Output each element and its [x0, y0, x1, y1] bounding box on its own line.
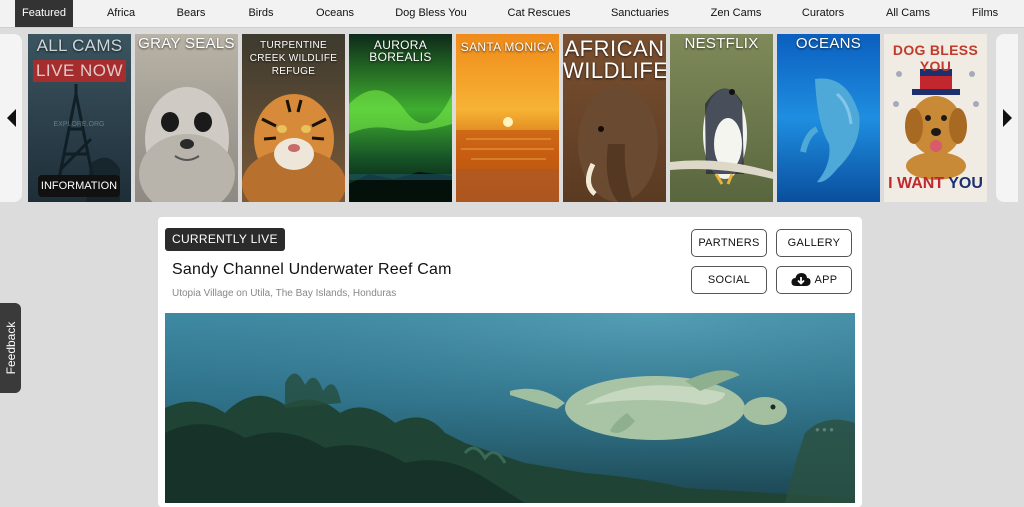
falcon-illustration: [670, 88, 773, 185]
partners-button[interactable]: PARTNERS: [691, 229, 767, 257]
nav-item-dog-bless-you[interactable]: Dog Bless You: [395, 0, 467, 27]
cam-title: Sandy Channel Underwater Reef Cam: [172, 261, 452, 278]
tile-turpentine-creek[interactable]: TURPENTINE CREEK WILDLIFE REFUGE: [242, 34, 345, 202]
gallery-button[interactable]: GALLERY: [776, 229, 852, 257]
live-cam-panel: CURRENTLY LIVE Sandy Channel Underwater …: [158, 217, 862, 507]
nav-item-all-cams[interactable]: All Cams: [886, 0, 930, 27]
currently-live-badge: CURRENTLY LIVE: [165, 228, 285, 251]
chevron-right-icon: [1002, 109, 1012, 127]
tile-gray-seals[interactable]: GRAY SEALS: [135, 34, 238, 202]
tile-label: NESTFLIX: [684, 35, 759, 52]
tile-label: OCEANS: [795, 35, 862, 52]
top-nav: Featured Africa Bears Birds Oceans Dog B…: [0, 0, 1024, 28]
nav-item-sanctuaries[interactable]: Sanctuaries: [611, 0, 669, 27]
seal-illustration: [139, 87, 235, 202]
carousel-next-button[interactable]: [996, 34, 1018, 202]
tile-label: AFRICAN WILDLIFE: [563, 36, 666, 83]
reef-turtle-scene: [165, 313, 855, 503]
tile-label: DOG BLESS YOU: [892, 42, 979, 74]
tile-dog-bless-you[interactable]: DOG BLESS YOU I WANT YOU: [884, 34, 987, 202]
app-label: APP: [814, 274, 838, 286]
feedback-tab[interactable]: Feedback: [0, 303, 21, 393]
carousel-prev-button[interactable]: [0, 34, 22, 202]
cloud-download-icon: [790, 273, 811, 286]
tile-label: GRAY SEALS: [138, 35, 235, 52]
live-now-badge: LIVE NOW: [33, 60, 126, 82]
gallery-label: GALLERY: [787, 237, 841, 249]
tile-label: ALL CAMS: [36, 36, 123, 55]
social-button[interactable]: SOCIAL: [691, 266, 767, 294]
nav-item-zen-cams[interactable]: Zen Cams: [711, 0, 762, 27]
tile-santa-monica[interactable]: SANTA MONICA: [456, 34, 559, 202]
video-overlay-watermark: ● ● ●: [815, 425, 834, 434]
tile-watermark: EXPLORE.ORG: [54, 121, 105, 128]
tile-nestflix[interactable]: NESTFLIX: [670, 34, 773, 202]
dolphin-illustration: [800, 78, 860, 183]
chevron-left-icon: [6, 109, 16, 127]
nav-item-featured[interactable]: Featured: [15, 0, 74, 27]
nav-item-curators[interactable]: Curators: [802, 0, 844, 27]
nav-item-africa[interactable]: Africa: [107, 0, 135, 27]
tile-label: TURPENTINE CREEK WILDLIFE REFUGE: [249, 40, 338, 77]
featured-carousel: EXPLORE.ORG ALL CAMS LIVE NOW INFORMATIO…: [0, 34, 1024, 202]
tile-tagline: I WANT YOU: [888, 175, 983, 192]
information-button[interactable]: INFORMATION: [38, 175, 120, 197]
app-button[interactable]: APP: [776, 266, 852, 294]
nav-item-birds[interactable]: Birds: [248, 0, 273, 27]
tile-label: AURORA BOREALIS: [369, 38, 432, 64]
tile-aurora-borealis[interactable]: AURORA BOREALIS: [349, 34, 452, 202]
tile-african-wildlife[interactable]: AFRICAN WILDLIFE: [563, 34, 666, 202]
nav-item-cat-rescues[interactable]: Cat Rescues: [508, 0, 571, 27]
feedback-label: Feedback: [3, 321, 18, 375]
sunset-illustration: [456, 117, 559, 202]
tile-label: SANTA MONICA: [460, 40, 555, 54]
cam-location: Utopia Village on Utila, The Bay Islands…: [172, 288, 397, 299]
social-label: SOCIAL: [707, 274, 751, 286]
nav-item-films[interactable]: Films: [972, 0, 998, 27]
live-video-player[interactable]: ● ● ●: [165, 313, 855, 503]
tile-all-cams[interactable]: EXPLORE.ORG ALL CAMS LIVE NOW INFORMATIO…: [28, 34, 131, 202]
partners-label: PARTNERS: [698, 237, 760, 249]
nav-item-oceans[interactable]: Oceans: [316, 0, 354, 27]
nav-item-bears[interactable]: Bears: [177, 0, 206, 27]
tile-oceans[interactable]: OCEANS: [777, 34, 880, 202]
